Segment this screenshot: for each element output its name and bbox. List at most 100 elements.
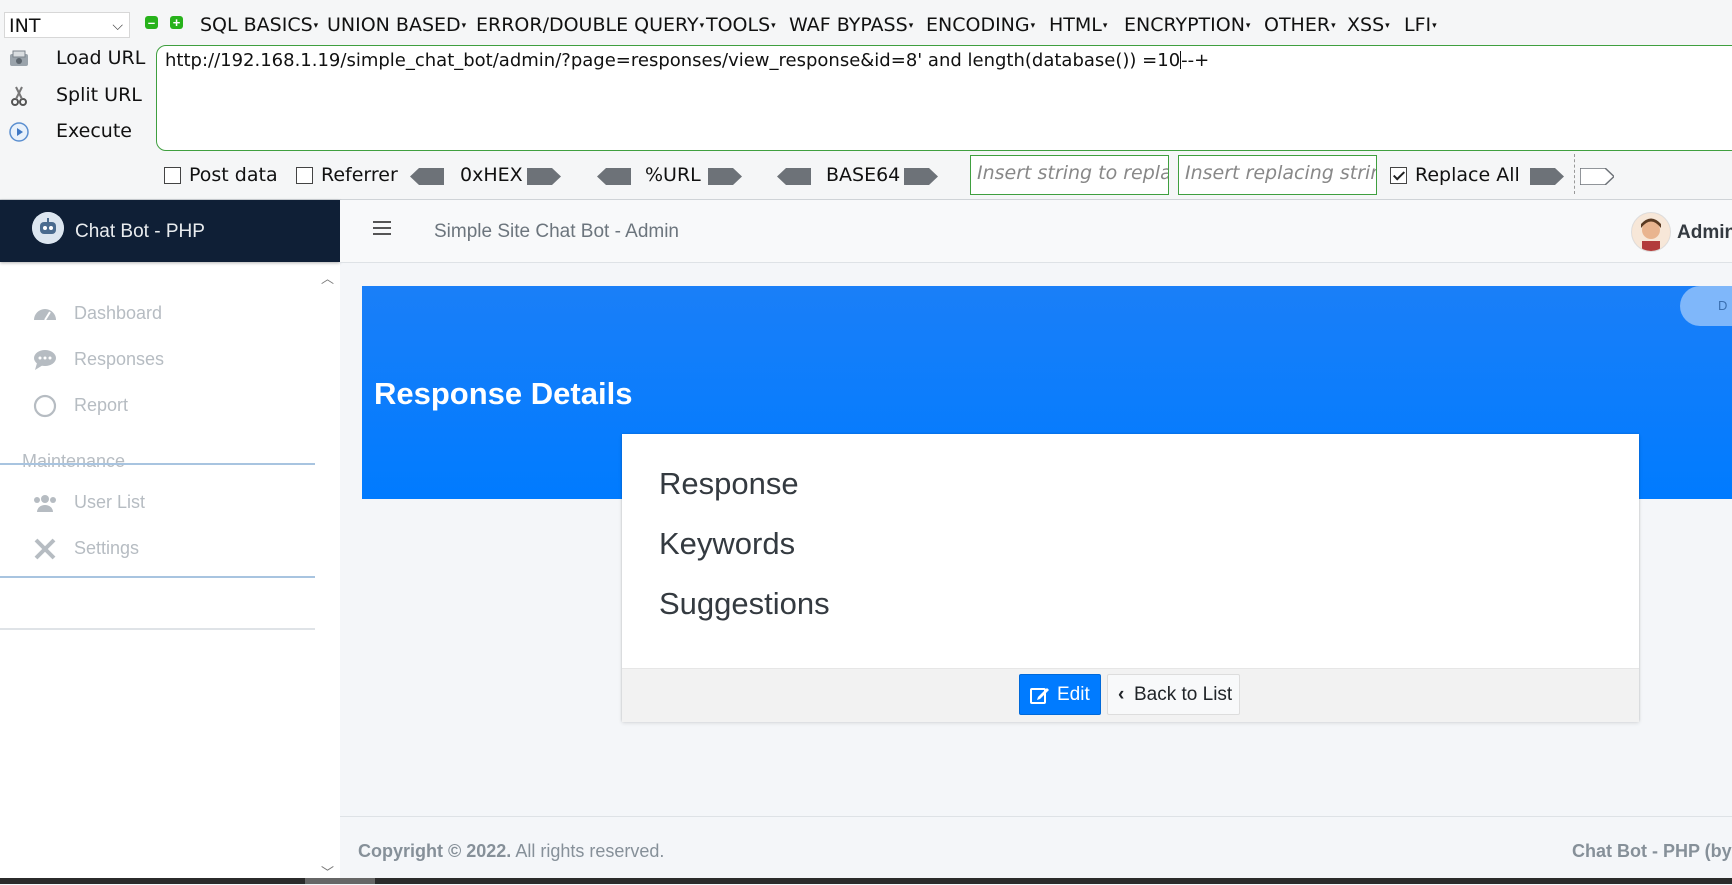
menu-label: SQL BASICS [200, 14, 313, 36]
referrer-label: Referrer [321, 164, 398, 186]
checkbox-box [164, 167, 181, 184]
url-encode-label: %URL [645, 164, 701, 186]
sidebar: Chat Bot - PHP Dashboard Responses Repor… [0, 200, 340, 884]
response-details-card: Response Keywords Suggestions Edit ‹ Bac… [622, 434, 1639, 722]
replacing-string-placeholder: Insert replacing string [1185, 162, 1377, 184]
footer-credit: Chat Bot - PHP (by [1572, 841, 1732, 861]
menu-label: TOOLS [706, 14, 771, 36]
chevron-down-icon: ⌵ [112, 18, 123, 34]
sidebar-item-user-list[interactable]: User List [32, 488, 312, 520]
base64-label: BASE64 [826, 164, 901, 186]
back-label: Back to List [1134, 684, 1233, 705]
edit-label: Edit [1057, 684, 1090, 705]
sidebar-item-settings[interactable]: Settings [32, 534, 312, 566]
url-decode-arrow-icon[interactable] [597, 168, 631, 185]
field-label-response: Response [659, 466, 799, 501]
avatar[interactable] [1631, 212, 1671, 252]
copyright-text: Copyright © 2022. All rights reserved. [358, 841, 664, 862]
menu-encryption[interactable]: ENCRYPTION▾ [1124, 14, 1250, 36]
sidebar-scrollbar[interactable]: ︿ ﹀ [316, 262, 340, 884]
edit-icon [1030, 688, 1049, 704]
replace-all-checkbox[interactable]: Replace All [1390, 164, 1520, 186]
back-to-list-button[interactable]: ‹ Back to List [1107, 674, 1240, 715]
execute-label: Execute [56, 120, 132, 142]
page-footer: Copyright © 2022. All rights reserved. C… [340, 816, 1732, 885]
menu-error-double-query[interactable]: ERROR/DOUBLE QUERY▾ [476, 14, 704, 36]
sidebar-item-label: User List [74, 492, 146, 512]
user-name[interactable]: Admin [1677, 222, 1732, 244]
base64-decode-arrow-icon[interactable] [777, 168, 811, 185]
url-textarea[interactable]: http://192.168.1.19/simple_chat_bot/admi… [156, 45, 1732, 151]
comments-icon [34, 350, 56, 370]
replace-all-label: Replace All [1415, 164, 1520, 186]
sidebar-item-label: Dashboard [74, 303, 163, 323]
sidebar-item-dashboard[interactable]: Dashboard [32, 299, 312, 331]
menu-label: WAF BYPASS [789, 14, 908, 36]
header-pill-button[interactable]: D [1680, 286, 1732, 326]
field-label-keywords: Keywords [659, 526, 796, 561]
url-encode-arrow-icon[interactable] [708, 168, 742, 185]
menu-label: HTML [1049, 14, 1102, 36]
load-url-button[interactable]: Load URL [4, 44, 145, 74]
brand-text: Chat Bot - PHP [75, 221, 205, 242]
toolbar-divider [1574, 154, 1575, 194]
menu-sql-basics[interactable]: SQL BASICS▾ [200, 14, 318, 36]
hex-label: 0xHEX [460, 164, 523, 186]
scissors-icon [11, 86, 27, 106]
divider-line [0, 463, 315, 465]
post-data-checkbox[interactable]: Post data [164, 164, 278, 186]
scroll-thumb[interactable] [305, 878, 375, 884]
menu-lfi[interactable]: LFI▾ [1404, 14, 1437, 36]
robot-logo-icon [32, 212, 64, 244]
replace-arrow-icon[interactable] [1530, 168, 1564, 185]
edit-button[interactable]: Edit [1019, 674, 1101, 715]
users-icon [34, 495, 56, 512]
post-data-label: Post data [189, 164, 278, 186]
url-text-tail: --+ [1181, 50, 1210, 71]
scroll-up-icon[interactable]: ︿ [321, 268, 334, 287]
split-url-button[interactable]: Split URL [4, 81, 142, 111]
checkbox-box [296, 167, 313, 184]
injection-type-value: INT [9, 15, 41, 37]
sidebar-item-responses[interactable]: Responses [32, 345, 312, 377]
menu-other[interactable]: OTHER▾ [1264, 14, 1336, 36]
menu-union-based[interactable]: UNION BASED▾ [327, 14, 466, 36]
page-title: Response Details [374, 376, 633, 411]
menu-encoding[interactable]: ENCODING▾ [926, 14, 1035, 36]
menu-html[interactable]: HTML▾ [1049, 14, 1107, 36]
hex-decode-arrow-icon[interactable] [410, 168, 444, 185]
nav-header-maintenance: Maintenance [22, 451, 126, 471]
sidebar-item-label: Settings [74, 538, 140, 558]
menu-label: XSS [1347, 14, 1385, 36]
referrer-checkbox[interactable]: Referrer [296, 164, 398, 186]
replace-back-arrow-icon[interactable] [1580, 168, 1614, 185]
replace-string-input[interactable]: Insert string to replace [970, 155, 1169, 195]
load-url-icon [10, 50, 28, 66]
minus-icon[interactable]: – [145, 16, 158, 29]
hex-encode-arrow-icon[interactable] [527, 168, 561, 185]
plus-icon[interactable]: + [170, 16, 183, 29]
sidebar-item-report[interactable]: Report [32, 391, 312, 423]
split-url-label: Split URL [56, 84, 142, 106]
divider-line [0, 628, 315, 630]
menu-waf-bypass[interactable]: WAF BYPASS▾ [789, 14, 913, 36]
menu-xss[interactable]: XSS▾ [1347, 14, 1390, 36]
play-icon [9, 122, 29, 142]
execute-button[interactable]: Execute [4, 117, 139, 147]
horizontal-scrollbar[interactable] [0, 878, 1732, 884]
hamburger-menu-icon[interactable] [373, 221, 391, 235]
copyright-rest: All rights reserved. [511, 841, 665, 861]
divider-line [0, 576, 315, 578]
brand-link[interactable]: Chat Bot - PHP [0, 200, 340, 262]
top-navbar: Simple Site Chat Bot - Admin Admin [340, 200, 1732, 263]
injection-type-select[interactable]: INT ⌵ [4, 12, 130, 38]
base64-encode-arrow-icon[interactable] [904, 168, 938, 185]
copyright-bold: Copyright © 2022. [358, 841, 512, 861]
replacing-string-input[interactable]: Insert replacing string [1178, 155, 1377, 195]
menu-label: ENCODING [926, 14, 1030, 36]
url-text: http://192.168.1.19/simple_chat_bot/admi… [165, 50, 1181, 71]
field-label-suggestions: Suggestions [659, 586, 830, 621]
site-title[interactable]: Simple Site Chat Bot - Admin [434, 221, 679, 243]
menu-label: UNION BASED [327, 14, 461, 36]
menu-tools[interactable]: TOOLS▾ [706, 14, 776, 36]
